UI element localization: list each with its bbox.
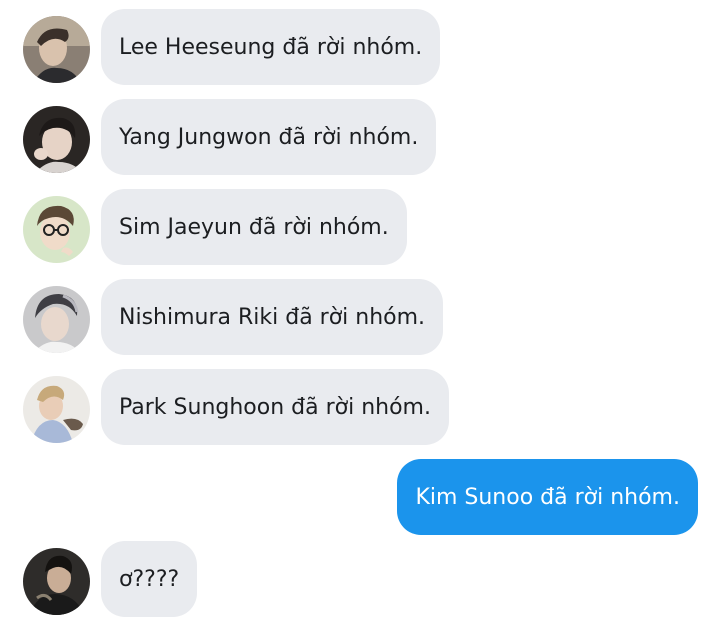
message-bubble[interactable]: ơ???? [101, 541, 198, 617]
message-text: Kim Sunoo đã rời nhóm. [415, 484, 680, 510]
message-bubble[interactable]: Sim Jaeyun đã rời nhóm. [101, 189, 407, 265]
avatar[interactable] [23, 286, 90, 353]
user-photo-icon [23, 106, 90, 173]
message-text: ơ???? [119, 566, 180, 592]
avatar[interactable] [23, 196, 90, 263]
message-text: Park Sunghoon đã rời nhóm. [119, 394, 431, 420]
message-thread: Lee Heeseung đã rời nhóm. Yang Jungwon đ… [0, 0, 719, 635]
message-text: Lee Heeseung đã rời nhóm. [119, 34, 423, 60]
user-photo-icon [23, 196, 90, 263]
user-photo-icon [23, 376, 90, 443]
message-bubble[interactable]: Park Sunghoon đã rời nhóm. [101, 369, 449, 445]
avatar[interactable] [23, 16, 90, 83]
message-text: Nishimura Riki đã rời nhóm. [119, 304, 426, 330]
message-text: Sim Jaeyun đã rời nhóm. [119, 214, 389, 240]
message-bubble[interactable]: Lee Heeseung đã rời nhóm. [101, 9, 441, 85]
avatar[interactable] [23, 376, 90, 443]
avatar[interactable] [23, 106, 90, 173]
message-bubble[interactable]: Yang Jungwon đã rời nhóm. [101, 99, 437, 175]
user-photo-icon [23, 286, 90, 353]
user-photo-icon [23, 548, 90, 615]
message-bubble[interactable]: Nishimura Riki đã rời nhóm. [101, 279, 444, 355]
message-text: Yang Jungwon đã rời nhóm. [119, 124, 419, 150]
avatar[interactable] [23, 548, 90, 615]
user-photo-icon [23, 16, 90, 83]
message-bubble-outgoing[interactable]: Kim Sunoo đã rời nhóm. [397, 459, 698, 535]
